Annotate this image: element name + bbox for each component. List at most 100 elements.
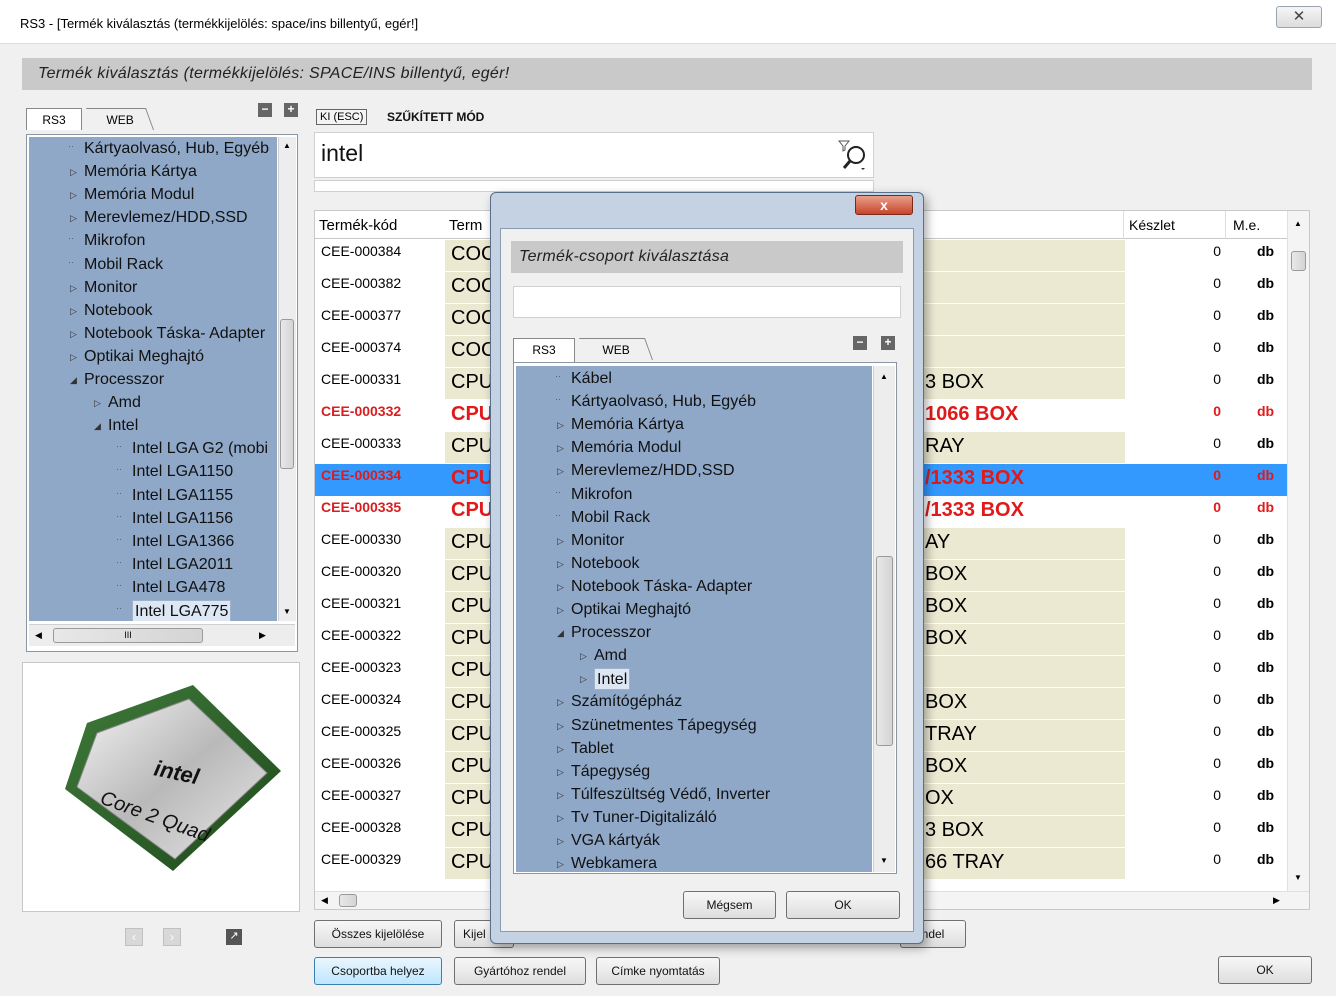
tree-item[interactable]: Webkamera [571, 853, 657, 872]
collapsed-arrow-icon[interactable]: ▷ [70, 213, 77, 224]
tree-item[interactable]: Notebook Táska- Adapter [571, 576, 752, 598]
tree-item[interactable]: Optikai Meghajtó [571, 599, 691, 621]
scroll-left-icon[interactable]: ◀ [35, 630, 42, 641]
expanded-arrow-icon[interactable]: ◢ [70, 375, 77, 386]
scroll-up-icon[interactable]: ▲ [880, 372, 888, 381]
collapsed-arrow-icon[interactable]: ▷ [70, 190, 77, 201]
tree-item[interactable]: Memória Modul [571, 437, 681, 459]
assign-manufacturer-button[interactable]: Gyártóhoz rendel [454, 957, 586, 985]
collapsed-arrow-icon[interactable]: ▷ [557, 559, 564, 570]
collapsed-arrow-icon[interactable]: ▷ [580, 674, 587, 685]
tree-item[interactable]: Notebook [84, 300, 153, 322]
tree-item[interactable]: Optikai Meghajtó [84, 346, 204, 368]
dialog-search-input[interactable] [513, 286, 901, 318]
tree-item[interactable]: Amd [108, 392, 141, 414]
collapsed-arrow-icon[interactable]: ▷ [557, 813, 564, 824]
collapsed-arrow-icon[interactable]: ▷ [70, 329, 77, 340]
tree-item[interactable]: Intel [108, 415, 138, 437]
tree-item[interactable]: Notebook [571, 553, 640, 575]
tree-item[interactable]: Intel LGA478 [132, 577, 225, 599]
window-close-button[interactable]: ✕ [1276, 6, 1322, 28]
filter-search-icon[interactable] [837, 139, 869, 171]
tree-item[interactable]: Intel [594, 668, 631, 691]
collapsed-arrow-icon[interactable]: ▷ [94, 398, 101, 409]
collapsed-arrow-icon[interactable]: ▷ [557, 536, 564, 547]
tree-item[interactable]: VGA kártyák [571, 830, 660, 852]
tree-item[interactable]: Notebook Táska- Adapter [84, 323, 265, 345]
tree-item[interactable]: Amd [594, 645, 627, 667]
tree-item[interactable]: Kártyaolvasó, Hub, Egyéb [84, 138, 269, 160]
select-all-button[interactable]: Összes kijelölése [314, 920, 442, 948]
prev-image-button[interactable]: ‹ [125, 928, 143, 946]
tree-item[interactable]: Mobil Rack [571, 507, 650, 529]
collapsed-arrow-icon[interactable]: ▷ [70, 167, 77, 178]
collapsed-arrow-icon[interactable]: ▷ [557, 721, 564, 732]
collapsed-arrow-icon[interactable]: ▷ [557, 744, 564, 755]
expanded-arrow-icon[interactable]: ◢ [557, 628, 564, 639]
tree-item[interactable]: Merevlemez/HDD,SSD [571, 460, 735, 482]
scroll-up-icon[interactable]: ▲ [283, 141, 291, 150]
scroll-left-icon[interactable]: ◀ [321, 895, 328, 906]
tree-item[interactable]: Kábel [571, 368, 612, 390]
collapsed-arrow-icon[interactable]: ▷ [70, 352, 77, 363]
add-to-group-button[interactable]: Csoportba helyez [314, 957, 442, 985]
dialog-tab-web[interactable]: WEB [578, 338, 654, 360]
table-scroll-thumb[interactable] [1291, 251, 1306, 271]
dialog-cancel-button[interactable]: Mégsem [683, 891, 776, 919]
collapsed-arrow-icon[interactable]: ▷ [557, 582, 564, 593]
collapsed-arrow-icon[interactable]: ▷ [557, 466, 564, 477]
col-header-unit[interactable]: M.e. [1233, 217, 1260, 233]
tree-item[interactable]: Tv Tuner-Digitalizáló [571, 807, 717, 829]
table-hscroll-thumb[interactable] [339, 894, 357, 907]
tree-item[interactable]: Szünetmentes Tápegység [571, 715, 757, 737]
collapsed-arrow-icon[interactable]: ▷ [557, 836, 564, 847]
tree-item[interactable]: Számítógépház [571, 691, 682, 713]
tree-item[interactable]: Intel LGA1366 [132, 531, 234, 553]
scroll-down-icon[interactable]: ▼ [283, 607, 291, 616]
search-input[interactable] [319, 139, 799, 168]
tree-item[interactable]: Intel LGA2011 [132, 554, 233, 576]
tree-item[interactable]: Memória Modul [84, 184, 194, 206]
collapsed-arrow-icon[interactable]: ▷ [557, 420, 564, 431]
col-header-code[interactable]: Termék-kód [319, 217, 397, 234]
col-header-name[interactable]: Term [449, 217, 482, 234]
tree-item[interactable]: Monitor [84, 277, 137, 299]
print-label-button[interactable]: Címke nyomtatás [596, 957, 720, 985]
expanded-arrow-icon[interactable]: ◢ [94, 421, 101, 432]
tree-item[interactable]: Intel LGA775 [132, 600, 232, 621]
tree-item[interactable]: Intel LGA1150 [132, 461, 233, 483]
expand-all-button[interactable]: + [284, 103, 298, 117]
tree-item[interactable]: Intel LGA1156 [132, 508, 233, 530]
tree-item[interactable]: Merevlemez/HDD,SSD [84, 207, 248, 229]
tree-item[interactable]: Mikrofon [571, 484, 632, 506]
next-image-button[interactable]: › [163, 928, 181, 946]
open-image-button[interactable]: ↗ [226, 929, 242, 945]
dialog-expand-all-button[interactable]: + [881, 336, 895, 350]
col-header-stock[interactable]: Készlet [1129, 217, 1175, 233]
tree-item[interactable]: Monitor [571, 530, 624, 552]
tree-item[interactable]: Mobil Rack [84, 254, 163, 276]
tree-vscroll[interactable]: ▲ ▼ [278, 137, 296, 621]
collapsed-arrow-icon[interactable]: ▷ [557, 790, 564, 801]
collapsed-arrow-icon[interactable]: ▷ [580, 651, 587, 662]
exit-narrow-mode-button[interactable]: KI (ESC) [316, 109, 368, 125]
dialog-ok-button[interactable]: OK [786, 891, 900, 919]
collapsed-arrow-icon[interactable]: ▷ [70, 283, 77, 294]
tab-web[interactable]: WEB [85, 108, 155, 130]
tree-item[interactable]: Mikrofon [84, 230, 145, 252]
ok-button[interactable]: OK [1218, 956, 1312, 984]
tree-hscroll-thumb[interactable]: III [53, 628, 203, 643]
tab-rs3[interactable]: RS3 [26, 108, 82, 130]
scroll-right-icon[interactable]: ▶ [1273, 895, 1280, 906]
tree-item[interactable]: Memória Kártya [571, 414, 684, 436]
tree-item[interactable]: Kártyaolvasó, Hub, Egyéb [571, 391, 756, 413]
scroll-down-icon[interactable]: ▼ [1294, 873, 1302, 882]
tree-item[interactable]: Intel LGA G2 (mobi [132, 438, 268, 460]
dialog-tree-scroll-thumb[interactable] [876, 556, 893, 746]
dialog-close-button[interactable]: x [855, 195, 913, 215]
dialog-collapse-all-button[interactable]: − [853, 336, 867, 350]
scroll-right-icon[interactable]: ▶ [259, 630, 266, 641]
collapse-all-button[interactable]: − [258, 103, 272, 117]
scroll-up-icon[interactable]: ▲ [1294, 219, 1302, 228]
table-vscroll[interactable]: ▲ ▼ [1287, 211, 1309, 891]
